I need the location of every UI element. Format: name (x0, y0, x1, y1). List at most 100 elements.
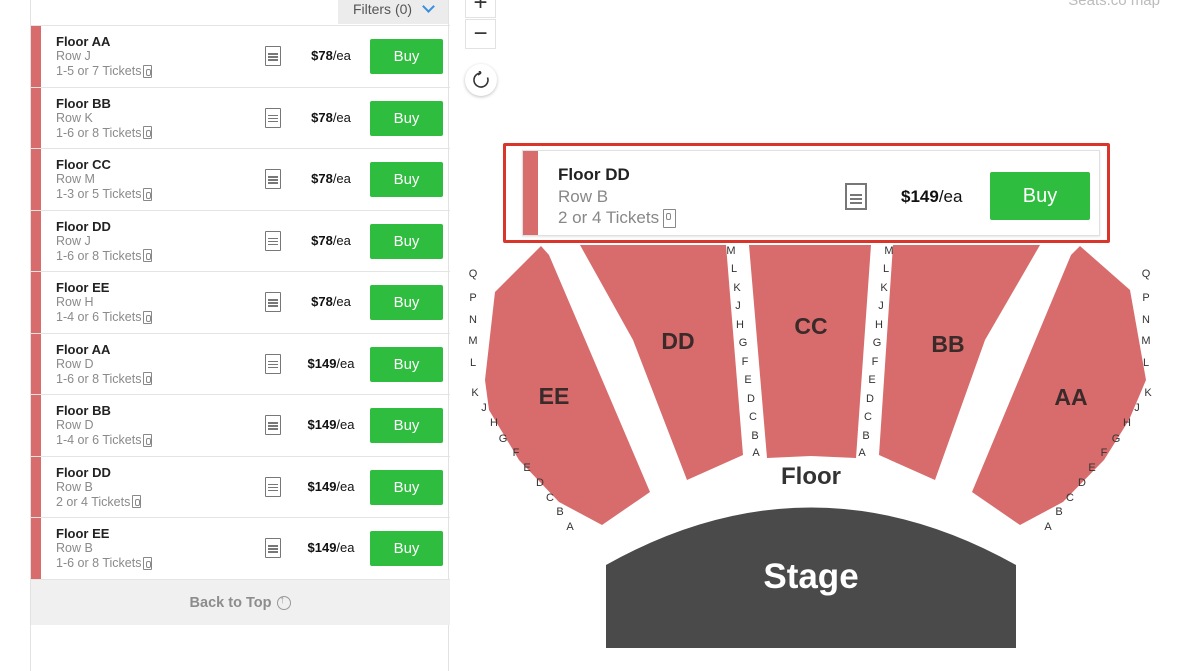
listing-tickets: 1-4 or 6 Tickets (56, 310, 153, 324)
dd-cc-row-letter: F (742, 356, 749, 368)
cc-bb-row-letter: J (878, 300, 884, 312)
document-icon[interactable] (265, 476, 281, 497)
popup-section: Floor DD (558, 165, 630, 184)
listing-row-label: Row B (56, 541, 93, 555)
cc-bb-row-letter: K (880, 282, 888, 294)
listing-row-label: Row B (56, 479, 93, 494)
seat-map-graphic: AABBCCDDEE QPNMLKJHGFEDCBAQPNMLKJHGFEDCB… (468, 245, 1152, 648)
cc-bb-row-letter: C (864, 411, 872, 423)
listing-row[interactable]: Floor EE Row H 1-4 or 6 Tickets $78/ea Buy (31, 271, 450, 333)
aa-row-letter: L (1143, 357, 1149, 369)
listing-row[interactable]: Floor AA Row D 1-6 or 8 Tickets $149/ea Buy (31, 332, 450, 395)
seat-map[interactable]: Seats.co map + − AA BB CC DD EE QPNMLKJHGFED… (449, 0, 1200, 671)
document-icon[interactable] (845, 183, 867, 210)
aa-row-letter: A (1044, 521, 1052, 533)
listing-tickets: 1-6 or 8 Tickets (56, 126, 153, 140)
listing-section: Floor DD (56, 218, 111, 234)
listing-price-unit: /ea (332, 109, 351, 125)
buy-button[interactable]: Buy (370, 39, 443, 74)
document-icon[interactable] (265, 538, 281, 558)
cc-bb-row-letter: L (883, 263, 889, 275)
document-icon[interactable] (265, 292, 281, 312)
ee-row-letter: F (513, 447, 520, 459)
aa-row-letter: Q (1142, 268, 1151, 280)
document-icon[interactable] (265, 353, 281, 374)
ee-row-letter: E (523, 462, 530, 474)
listing-tickets: 1-5 or 7 Tickets (56, 64, 153, 78)
ee-row-letter: G (499, 433, 508, 445)
section-color-bar (31, 149, 41, 210)
buy-button[interactable]: Buy (370, 469, 443, 505)
buy-button[interactable]: Buy (370, 408, 443, 443)
listing-tickets-text: 1-6 or 8 Tickets (56, 248, 142, 263)
listing-section: Floor CC (56, 157, 111, 172)
buy-button[interactable]: Buy (370, 531, 443, 566)
document-icon[interactable] (265, 415, 281, 435)
popup-price: $149/ea (901, 187, 962, 207)
buy-button[interactable]: Buy (370, 162, 443, 197)
section-label-ee: EE (539, 383, 570, 409)
popup-card[interactable]: Floor DD Row B 2 or 4 Tickets $149/ea Bu… (522, 150, 1100, 236)
section-label-bb: BB (931, 331, 964, 357)
ticket-icon (143, 126, 153, 139)
buy-button[interactable]: Buy (370, 285, 443, 320)
aa-row-letter: M (1141, 335, 1150, 347)
popup-tickets: 2 or 4 Tickets (558, 208, 677, 228)
listing-price-unit: /ea (332, 48, 351, 63)
listing-row[interactable]: Floor DD Row B2 or 4 Tickets $149/ea Buy (31, 455, 450, 518)
ee-row-letter: C (546, 492, 554, 504)
listing-price-value: $149 (307, 540, 337, 555)
filters-label: Filters (0) (352, 1, 413, 17)
listing-row-label: Row J (56, 233, 91, 248)
listing-price-value: $149 (307, 417, 337, 432)
ee-row-letter: L (470, 357, 476, 369)
buy-button[interactable]: Buy (370, 346, 443, 382)
document-icon[interactable] (265, 169, 281, 189)
listing-row[interactable]: Floor DD Row J 1-6 or 8 Tickets $78/ea Buy (31, 209, 450, 272)
dd-cc-row-letter: M (726, 245, 735, 257)
filters-button[interactable]: Filters (0) (338, 0, 448, 24)
cc-bb-row-letter: F (872, 356, 879, 368)
back-to-top-button[interactable]: Back to Top (31, 579, 450, 625)
ticket-icon (663, 208, 677, 228)
listing-row[interactable]: Floor BB Row K 1-6 or 8 Tickets $78/ea Buy (31, 86, 450, 149)
aa-row-letter: B (1055, 506, 1062, 518)
listing-price-value: $78 (311, 109, 333, 125)
ticket-icon (143, 310, 153, 324)
listing-tickets: 1-3 or 5 Tickets (56, 187, 153, 201)
buy-button[interactable]: Buy (370, 223, 443, 259)
listing-price: $149/ea (286, 356, 376, 371)
popup-buy-button[interactable]: Buy (990, 172, 1090, 220)
listing-section: Floor DD (56, 464, 111, 480)
listing-price-unit: /ea (336, 355, 355, 371)
chevron-down-icon (422, 0, 435, 13)
listing-row[interactable]: Floor CC Row M 1-3 or 5 Tickets $78/ea Buy (31, 148, 450, 210)
listing-price-value: $149 (307, 478, 337, 494)
section-label-aa: AA (1054, 384, 1087, 410)
document-icon[interactable] (265, 46, 281, 66)
cc-bb-row-letter: E (868, 374, 875, 386)
listing-row[interactable]: Floor BB Row D 1-4 or 6 Tickets $149/ea Buy (31, 394, 450, 456)
ticket-icon (143, 187, 153, 201)
ticket-icon (143, 64, 153, 78)
listing-tickets-text: 1-6 or 8 Tickets (56, 371, 142, 386)
ee-row-letter: J (481, 402, 487, 414)
dd-cc-row-letter: K (733, 282, 741, 294)
document-icon[interactable] (265, 230, 281, 251)
listing-row[interactable]: Floor EE Row B 1-6 or 8 Tickets $149/ea Buy (31, 517, 450, 579)
buy-button[interactable]: Buy (370, 100, 443, 136)
ticket-icon (143, 556, 153, 570)
listing-tickets: 2 or 4 Tickets (56, 495, 142, 509)
ee-row-letter: P (469, 292, 476, 304)
dd-cc-row-letter: G (739, 337, 748, 349)
listing-row[interactable]: Floor AA Row J 1-5 or 7 Tickets $78/ea Buy (31, 25, 450, 87)
ee-row-letter: Q (469, 268, 478, 280)
section-cc[interactable] (749, 245, 871, 458)
listing-price: $149/ea (286, 540, 376, 555)
section-color-bar (523, 151, 538, 235)
document-icon[interactable] (265, 107, 281, 128)
floor-label: Floor (781, 463, 841, 490)
listing-row-label: Row J (56, 49, 91, 63)
listing-section: Floor EE (56, 526, 110, 541)
section-color-bar (31, 210, 41, 272)
